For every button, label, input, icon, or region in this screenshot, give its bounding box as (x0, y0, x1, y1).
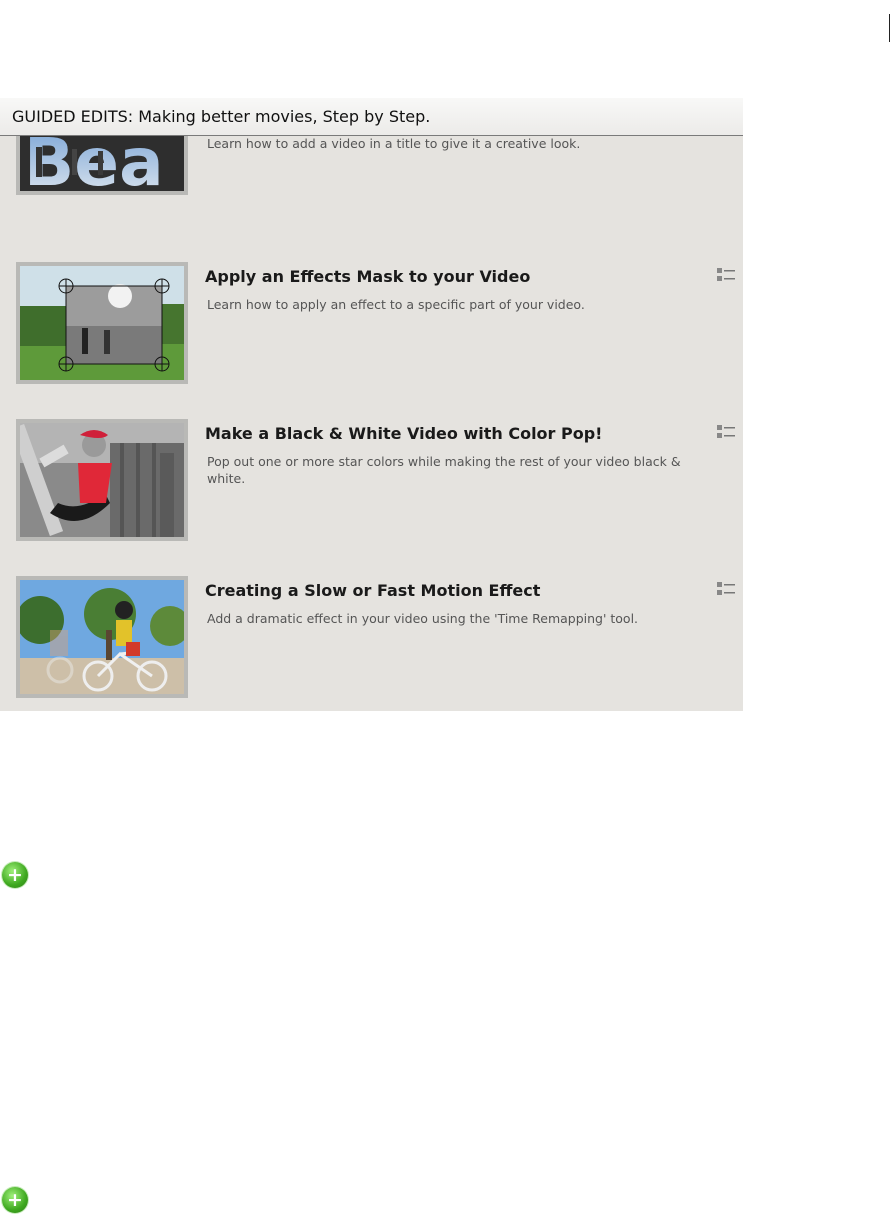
panel-header: GUIDED EDITS: Making better movies, Step… (0, 98, 743, 136)
item-title: Make a Black & White Video with Color Po… (205, 424, 603, 443)
item-description: Learn how to apply an effect to a specif… (207, 297, 585, 312)
page-edge-mark (889, 14, 890, 42)
guided-edits-panel: GUIDED EDITS: Making better movies, Step… (0, 98, 743, 711)
item-title: Apply an Effects Mask to your Video (205, 267, 531, 286)
plus-circle-icon[interactable]: + (2, 1187, 28, 1213)
item-description: Learn how to add a video in a title to g… (207, 136, 581, 151)
guided-edit-item-color-pop[interactable]: Make a Black & White Video with Color Po… (0, 419, 743, 544)
item-title: Creating a Slow or Fast Motion Effect (205, 581, 541, 600)
thumbnail-effects-mask (16, 262, 188, 384)
guided-edit-item-motion-effect[interactable]: Creating a Slow or Fast Motion Effect Ad… (0, 576, 743, 701)
thumbnail-color-pop (16, 419, 188, 541)
list-view-icon[interactable] (717, 267, 735, 283)
panel-title: GUIDED EDITS: Making better movies, Step… (12, 107, 431, 126)
list-view-icon[interactable] (717, 581, 735, 597)
thumbnail-motion-effect (16, 576, 188, 698)
item-description: Add a dramatic effect in your video usin… (207, 611, 639, 626)
guided-edit-item-effects-mask[interactable]: Apply an Effects Mask to your Video Lear… (0, 262, 743, 387)
item-description: Pop out one or more star colors while ma… (207, 454, 681, 486)
plus-circle-icon[interactable]: + (2, 862, 28, 888)
list-view-icon[interactable] (717, 424, 735, 440)
